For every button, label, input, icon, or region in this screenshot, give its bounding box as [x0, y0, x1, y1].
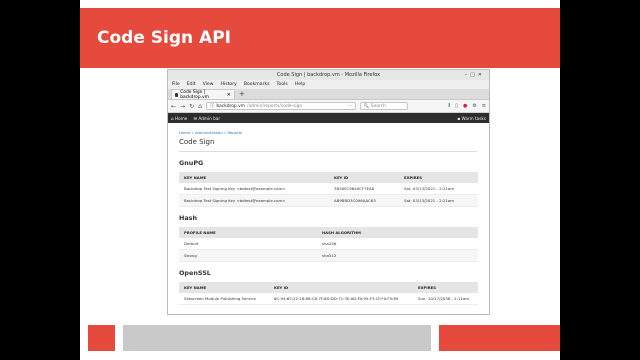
menu-history[interactable]: History: [221, 82, 237, 87]
table-cell: Backdrop Test Signing Key <bdtest@exampl…: [179, 194, 329, 207]
column-header: PROFILE NAME: [179, 227, 317, 238]
tab-label: Code Sign | backdrop.vm: [180, 89, 209, 100]
navigation-bar: ← → ↻ ⌂ ⓘ backdrop.vm/admin/reports/code…: [168, 100, 489, 113]
table-cell: Default: [179, 238, 317, 250]
table-cell: Sat, 03/13/2021 - 2:21am: [399, 183, 478, 195]
table-cell: 6C:94:65:22:18:88:C8:7F:6D:DD:71:3E:AD:F…: [269, 293, 413, 305]
tab-bar: Code Sign | backdrop.vm × +: [168, 89, 489, 100]
page-actions-icon[interactable]: ···: [348, 103, 352, 110]
window-controls[interactable]: –□✕: [465, 70, 485, 80]
gnupg-heading: GnuPG: [179, 159, 204, 167]
admin-tasks-label: Warm tasks: [461, 115, 487, 121]
slide-title: Code Sign API: [97, 28, 231, 48]
table-cell: sha512: [317, 249, 478, 262]
back-icon[interactable]: ←: [171, 103, 176, 110]
admin-menu-link[interactable]: ☰ Admin bar: [193, 116, 220, 121]
menu-file[interactable]: File: [172, 82, 180, 87]
column-header: EXPIRES: [413, 282, 478, 293]
forward-icon[interactable]: →: [180, 103, 185, 110]
home-icon[interactable]: ⌂: [198, 103, 202, 110]
new-tab-icon[interactable]: +: [239, 89, 245, 99]
table-cell: Sat, 03/13/2021 - 2:21am: [399, 194, 478, 207]
toolbar-icons: ⫴ ▯ ● ⚙ ≡: [448, 103, 486, 109]
table-row: Default sha256: [179, 238, 478, 250]
extension-icon[interactable]: ⚙: [472, 103, 476, 109]
page-content: Home » Administration » Reports Code Sig…: [168, 123, 489, 305]
table-cell: 3B30EC9640CF7EA0: [329, 183, 399, 195]
window-title: Code Sign | backdrop.vm - Mozilla Firefo…: [276, 72, 381, 78]
gnupg-table: KEY NAME KEY ID EXPIRES Backdrop Test Si…: [179, 172, 478, 207]
table-row: Backdrop Test Signing Key <bdtest@exampl…: [179, 194, 478, 207]
menu-view[interactable]: View: [203, 82, 214, 87]
divider: [179, 151, 477, 152]
admin-home-link[interactable]: ⌂ Home: [171, 116, 187, 121]
url-path: /admin/reports/code-sign: [247, 103, 303, 109]
tab-code-sign[interactable]: Code Sign | backdrop.vm ×: [171, 89, 235, 100]
openssl-heading: OpenSSL: [179, 269, 211, 277]
hamburger-menu-icon[interactable]: ≡: [482, 103, 486, 109]
menu-bar: File Edit View History Bookmarks Tools H…: [168, 80, 489, 89]
table-cell: Backdrop Test Signing Key <bdtest@exampl…: [179, 183, 329, 195]
table-row: Silkscreen Module Publishing Service 6C:…: [179, 293, 478, 305]
column-header: EXPIRES: [399, 172, 478, 183]
browser-window: Code Sign | backdrop.vm - Mozilla Firefo…: [167, 69, 490, 315]
menu-edit[interactable]: Edit: [187, 82, 196, 87]
table-cell: Silkscreen Module Publishing Service: [179, 293, 269, 305]
table-cell: sha256: [317, 238, 478, 250]
table-row: Strong sha512: [179, 249, 478, 262]
search-placeholder: Search: [370, 104, 386, 109]
breadcrumb[interactable]: Home » Administration » Reports: [179, 130, 477, 135]
column-header: KEY NAME: [179, 172, 329, 183]
table-row: Backdrop Test Signing Key <bdtest@exampl…: [179, 183, 478, 195]
openssl-table: KEY NAME KEY ID EXPIRES Silkscreen Modul…: [179, 282, 478, 305]
close-tab-icon[interactable]: ×: [227, 92, 231, 98]
hash-table: PROFILE NAME HASH ALGORITHM Default sha2…: [179, 227, 478, 262]
search-input[interactable]: 🔍 Search: [359, 102, 408, 110]
pocket-icon[interactable]: ●: [463, 103, 467, 109]
sidebar-icon[interactable]: ▯: [455, 103, 458, 109]
menu-bookmarks[interactable]: Bookmarks: [244, 82, 270, 87]
table-cell: Sun, 10/17/2038 - 2:11am: [413, 293, 478, 305]
admin-tasks-link[interactable]: ▪ Warm tasks: [457, 116, 486, 121]
menu-tools[interactable]: Tools: [277, 82, 288, 87]
admin-menu-label: Admin bar: [198, 115, 221, 121]
column-header: KEY ID: [329, 172, 399, 183]
page-title: Code Sign: [179, 138, 215, 146]
table-cell: Strong: [179, 249, 317, 262]
info-icon: ⓘ: [209, 103, 215, 109]
footer-accent-left: [88, 325, 115, 351]
column-header: KEY NAME: [179, 282, 269, 293]
hash-heading: Hash: [179, 214, 198, 222]
reload-icon[interactable]: ↻: [189, 103, 194, 110]
footer-accent-right: [439, 325, 560, 351]
admin-bar: ⌂ Home ☰ Admin bar ▪ Warm tasks: [168, 113, 489, 123]
url-host: backdrop.vm: [216, 103, 245, 109]
url-bar[interactable]: ⓘ backdrop.vm/admin/reports/code-sign ··…: [205, 102, 356, 110]
admin-home-label: Home: [175, 115, 188, 121]
column-header: HASH ALGORITHM: [317, 227, 478, 238]
table-cell: AB9BBD3C096AAC63: [329, 194, 399, 207]
menu-help[interactable]: Help: [295, 82, 305, 87]
favicon-icon: [175, 92, 179, 97]
window-titlebar: Code Sign | backdrop.vm - Mozilla Firefo…: [168, 70, 489, 80]
column-header: KEY ID: [269, 282, 413, 293]
library-icon[interactable]: ⫴: [448, 103, 450, 109]
footer-bar: [123, 325, 431, 351]
